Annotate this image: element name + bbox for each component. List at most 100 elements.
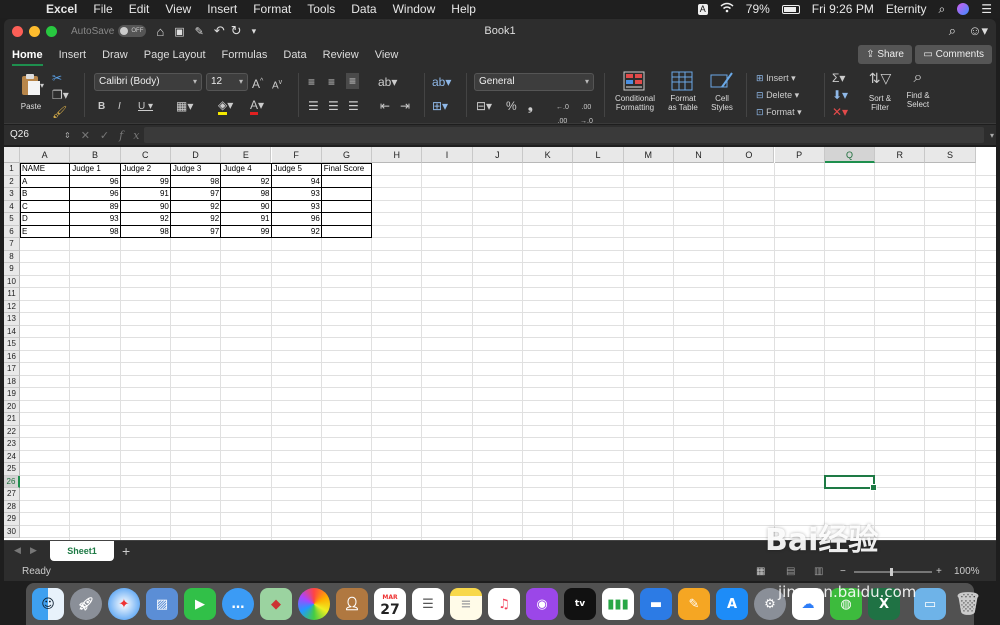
row-header-5[interactable]: 5 — [4, 213, 20, 226]
borders-icon[interactable]: ▦▾ — [176, 99, 193, 113]
column-header-f[interactable]: F — [271, 147, 322, 163]
menu-tools[interactable]: Tools — [307, 2, 335, 16]
row-header-22[interactable]: 22 — [4, 425, 20, 438]
row-header-7[interactable]: 7 — [4, 238, 20, 251]
apple-tv-icon[interactable]: tv — [564, 588, 596, 620]
spotlight-search-icon[interactable]: ⌕ — [939, 2, 946, 17]
tab-view[interactable]: View — [375, 49, 399, 61]
battery-icon[interactable] — [781, 4, 800, 14]
percent-style-icon[interactable]: % — [506, 99, 517, 113]
column-header-d[interactable]: D — [170, 147, 222, 163]
tab-insert[interactable]: Insert — [59, 49, 87, 61]
row-header-21[interactable]: 21 — [4, 413, 20, 426]
row-header-30[interactable]: 30 — [4, 525, 20, 538]
underline-button[interactable]: U ▾ — [138, 100, 153, 114]
copy-icon[interactable]: ❐▾ — [52, 88, 69, 102]
row-header-28[interactable]: 28 — [4, 500, 20, 513]
decrease-font-size-icon[interactable]: Av — [272, 76, 282, 93]
row-header-23[interactable]: 23 — [4, 438, 20, 451]
column-header-l[interactable]: L — [573, 147, 624, 163]
column-header-i[interactable]: I — [422, 147, 473, 163]
edit-icon[interactable]: ✎ — [195, 25, 204, 38]
row-header-25[interactable]: 25 — [4, 463, 20, 476]
finder-icon[interactable]: ☺ — [32, 588, 64, 620]
menu-insert[interactable]: Insert — [207, 2, 237, 16]
sheet-tab-sheet1[interactable]: Sheet1 — [50, 541, 114, 561]
cell-styles-button[interactable]: Cell Styles — [704, 71, 740, 112]
increase-indent-icon[interactable]: ⇥ — [400, 99, 410, 113]
search-icon[interactable]: ⌕ — [949, 23, 956, 39]
column-header-q[interactable]: Q — [824, 147, 876, 163]
share-button[interactable]: ⇪ Share — [858, 45, 912, 64]
tab-page-layout[interactable]: Page Layout — [144, 49, 206, 61]
increase-font-size-icon[interactable]: A^ — [252, 75, 263, 91]
normal-view-icon[interactable]: ▦ — [756, 563, 765, 581]
row-header-11[interactable]: 11 — [4, 288, 20, 301]
column-header-r[interactable]: R — [875, 147, 926, 163]
safari-icon[interactable]: ✦ — [108, 588, 140, 620]
name-box-stepper-icon[interactable]: ⇕ — [64, 131, 71, 140]
column-header-c[interactable]: C — [120, 147, 171, 163]
select-all-corner[interactable] — [4, 147, 20, 163]
column-header-j[interactable]: J — [472, 147, 523, 163]
column-header-a[interactable]: A — [20, 147, 71, 163]
row-header-12[interactable]: 12 — [4, 300, 20, 313]
customize-toolbar-icon[interactable]: ▾ — [252, 26, 257, 37]
keynote-icon[interactable]: ▬ — [640, 588, 672, 620]
format-cells-button[interactable]: ⊡ Format ▾ — [756, 105, 802, 119]
next-sheet-icon[interactable]: ▶ — [30, 545, 37, 556]
messages-icon[interactable]: … — [222, 588, 254, 620]
selected-cell[interactable] — [823, 474, 878, 491]
contacts-icon[interactable]: 👤︎ — [336, 588, 368, 620]
maps-icon[interactable]: ◆ — [260, 588, 292, 620]
conditional-formatting-button[interactable]: Conditional Formatting — [610, 71, 660, 112]
merge-center-icon[interactable]: ⊞▾ — [432, 99, 448, 113]
clear-icon[interactable]: ✕▾ — [832, 105, 848, 119]
spreadsheet-grid[interactable]: A B C D E F G H I J K L M N O P Q R S 1 2 3 4 5 6 7 8 9 10 11 12 13 14 15… — [4, 147, 996, 540]
reminders-icon[interactable]: ☰ — [412, 588, 444, 620]
autosum-icon[interactable]: Σ▾ — [832, 71, 845, 85]
apple-icon[interactable] — [20, 2, 32, 16]
row-header-20[interactable]: 20 — [4, 400, 20, 413]
column-header-m[interactable]: M — [623, 147, 674, 163]
align-left-icon[interactable]: ☰ — [308, 99, 319, 113]
page-layout-view-icon[interactable]: ▤ — [786, 563, 795, 581]
menu-app-name[interactable]: Excel — [46, 2, 77, 16]
font-name-dropdown[interactable]: Calibri (Body) ▾ — [94, 73, 202, 91]
save-icon[interactable]: ▣ — [174, 25, 184, 38]
zoom-in-icon[interactable]: + — [936, 563, 942, 581]
notes-icon[interactable]: ≡ — [450, 588, 482, 620]
row-header-17[interactable]: 17 — [4, 363, 20, 376]
zoom-slider[interactable] — [854, 568, 932, 576]
preview-icon[interactable]: ▨ — [146, 588, 178, 620]
align-right-icon[interactable]: ☰ — [348, 99, 359, 113]
menu-window[interactable]: Window — [393, 2, 436, 16]
wrap-text-icon[interactable]: ab▾ — [432, 75, 451, 89]
tab-formulas[interactable]: Formulas — [222, 49, 268, 61]
cut-icon[interactable]: ✂ — [52, 71, 62, 85]
sort-filter-button[interactable]: ⇅▽ Sort & Filter — [860, 71, 900, 112]
calendar-icon[interactable]: MAR 27 — [374, 588, 406, 620]
menu-file[interactable]: File — [93, 2, 112, 16]
column-header-n[interactable]: N — [673, 147, 725, 163]
cancel-entry-icon[interactable]: ✕ — [81, 130, 100, 142]
siri-icon[interactable] — [957, 3, 970, 15]
autosave-toggle[interactable]: OFF — [118, 25, 147, 37]
row-header-14[interactable]: 14 — [4, 325, 20, 338]
tab-home[interactable]: Home — [12, 49, 43, 66]
row-header-18[interactable]: 18 — [4, 375, 20, 388]
zoom-slider-thumb[interactable] — [890, 568, 893, 576]
paste-options-chevron-icon[interactable]: ▾ — [40, 79, 44, 93]
formula-input[interactable] — [144, 127, 984, 143]
column-header-k[interactable]: K — [523, 147, 574, 163]
menubar-user[interactable]: Eternity — [886, 2, 927, 16]
feedback-smiley-icon[interactable]: ☺▾ — [968, 23, 988, 39]
menu-format[interactable]: Format — [253, 2, 291, 16]
row-header-19[interactable]: 19 — [4, 388, 20, 401]
home-icon[interactable]: ⌂ — [156, 24, 164, 39]
row-header-3[interactable]: 3 — [4, 188, 20, 201]
row-header-24[interactable]: 24 — [4, 450, 20, 463]
row-header-27[interactable]: 27 — [4, 488, 20, 501]
page-break-view-icon[interactable]: ▥ — [814, 563, 823, 581]
tab-draw[interactable]: Draw — [102, 49, 128, 61]
